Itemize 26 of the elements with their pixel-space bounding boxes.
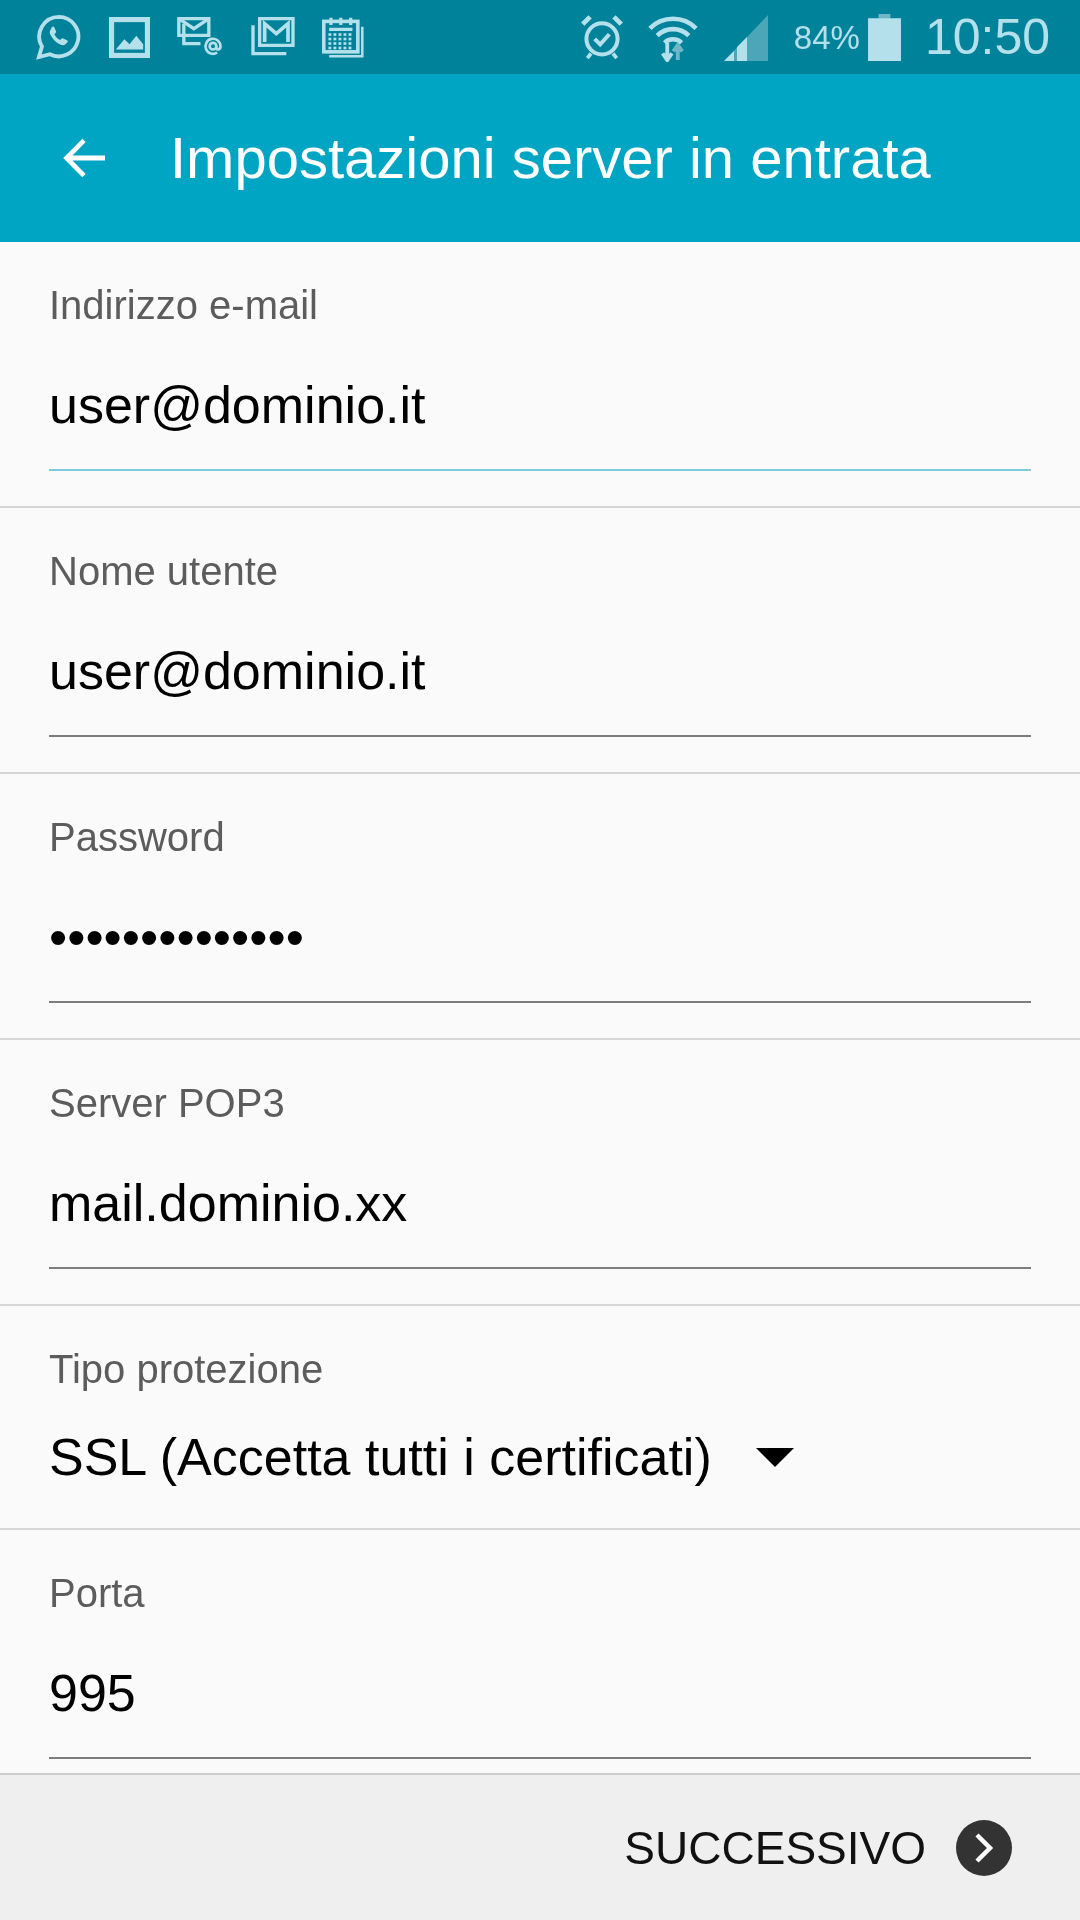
field-label: Password [49, 814, 226, 861]
field-label: Server POP3 [49, 1080, 286, 1127]
battery-percent: 84% [793, 20, 860, 54]
field-label: Porta [49, 1570, 146, 1617]
signal-icon [721, 13, 770, 61]
phone-bubble-icon [36, 14, 82, 60]
field-label: Indirizzo e-mail [49, 282, 319, 329]
alarm-clock-icon [579, 14, 624, 60]
image-icon [109, 16, 150, 58]
chevron-right-circle-icon [956, 1819, 1012, 1876]
input-field[interactable]: user@dominio.it [49, 618, 1031, 737]
dropdown[interactable]: SSL (Accetta tutti i certificati) [49, 1416, 794, 1500]
input-field[interactable]: user@dominio.it [49, 352, 1031, 471]
battery-icon [867, 13, 901, 61]
envelope-at-icon [177, 17, 224, 57]
mail-icon [251, 17, 295, 57]
next-button[interactable]: SUCCESSIVO [624, 1819, 1012, 1876]
screen-title: Impostazioni server in entrata [170, 124, 931, 192]
input-field[interactable]: mail.dominio.xx [49, 1150, 1031, 1269]
caret-icon [755, 1447, 794, 1467]
input-field[interactable]: •••••••••••••• [49, 884, 1031, 1003]
field-label: Nome utente [49, 548, 280, 595]
clock-time: 10:50 [924, 12, 1050, 62]
calendar-icon [322, 15, 365, 59]
input-field[interactable]: 995 [49, 1640, 1031, 1759]
field-label: Tipo protezione [49, 1346, 325, 1393]
